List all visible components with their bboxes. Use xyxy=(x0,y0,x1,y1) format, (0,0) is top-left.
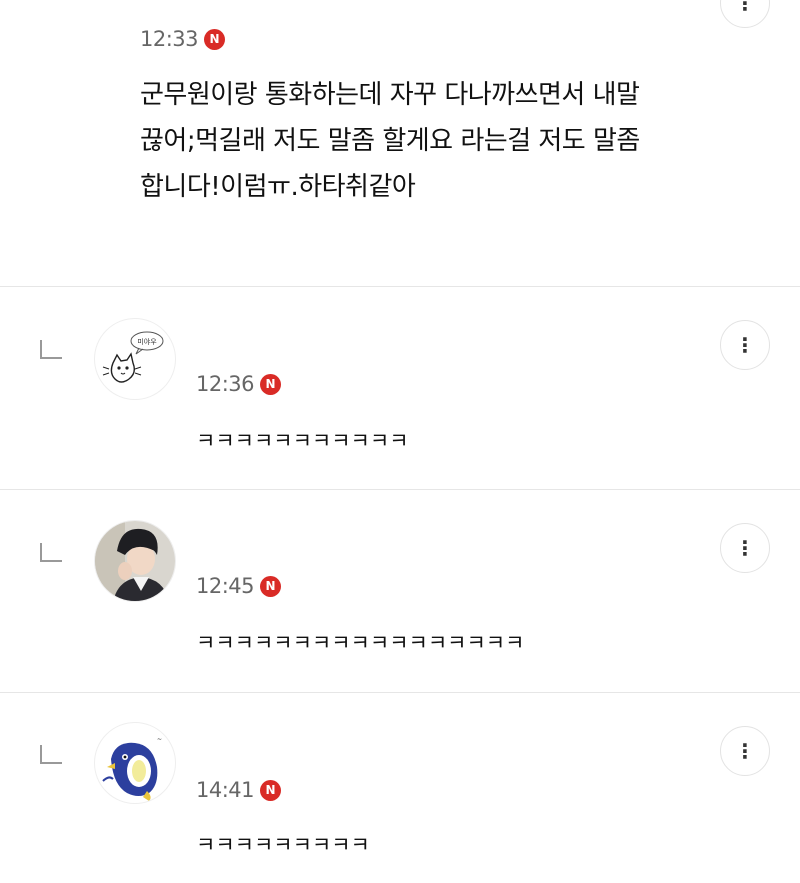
reply-time: 14:41 xyxy=(196,778,255,802)
comment-body: 군무원이랑 통화하는데 자꾸 다나까쓰면서 내말 끊어;먹길래 저도 말좀 할게… xyxy=(140,80,640,202)
reply-meta: 14:41 N xyxy=(196,778,282,802)
reply-body: ㅋㅋㅋㅋㅋㅋㅋㅋㅋㅋㅋ xyxy=(196,429,409,453)
cat-doodle-avatar[interactable]: 미야우 xyxy=(94,318,176,400)
reply-body: ㅋㅋㅋㅋㅋㅋㅋㅋㅋㅋㅋㅋㅋㅋㅋㅋㅋ xyxy=(196,631,525,655)
reply-meta: 12:45 N xyxy=(196,574,282,598)
new-badge: N xyxy=(260,373,282,395)
comment-meta: 12:33 N xyxy=(140,27,226,51)
divider xyxy=(0,286,800,287)
reply-arrow-icon xyxy=(40,340,62,359)
divider xyxy=(0,489,800,490)
new-badge: N xyxy=(204,28,226,50)
more-options-button[interactable]: ⋮ xyxy=(720,320,770,370)
more-vertical-icon: ⋮ xyxy=(735,333,755,357)
reply-arrow-icon xyxy=(40,745,62,764)
more-vertical-icon: ⋮ xyxy=(735,0,755,15)
penguin-doodle-avatar[interactable]: ~ xyxy=(94,722,176,804)
avatar-caption: 미야우 xyxy=(137,337,157,346)
more-vertical-icon: ⋮ xyxy=(735,536,755,560)
reply-body: ㅋㅋㅋㅋㅋㅋㅋㅋㅋ xyxy=(196,833,370,857)
divider xyxy=(0,692,800,693)
svg-text:~: ~ xyxy=(157,736,162,743)
reply-time: 12:36 xyxy=(196,372,255,396)
more-options-button[interactable]: ⋮ xyxy=(720,726,770,776)
reply-meta: 12:36 N xyxy=(196,372,282,396)
man-portrait-avatar[interactable] xyxy=(94,520,176,602)
new-badge: N xyxy=(260,575,282,597)
more-options-button[interactable]: ⋮ xyxy=(720,523,770,573)
reply-time: 12:45 xyxy=(196,574,255,598)
new-badge: N xyxy=(260,779,282,801)
more-vertical-icon: ⋮ xyxy=(735,739,755,763)
more-options-button[interactable]: ⋮ xyxy=(720,0,770,28)
comment-time: 12:33 xyxy=(140,27,199,51)
reply-arrow-icon xyxy=(40,543,62,562)
